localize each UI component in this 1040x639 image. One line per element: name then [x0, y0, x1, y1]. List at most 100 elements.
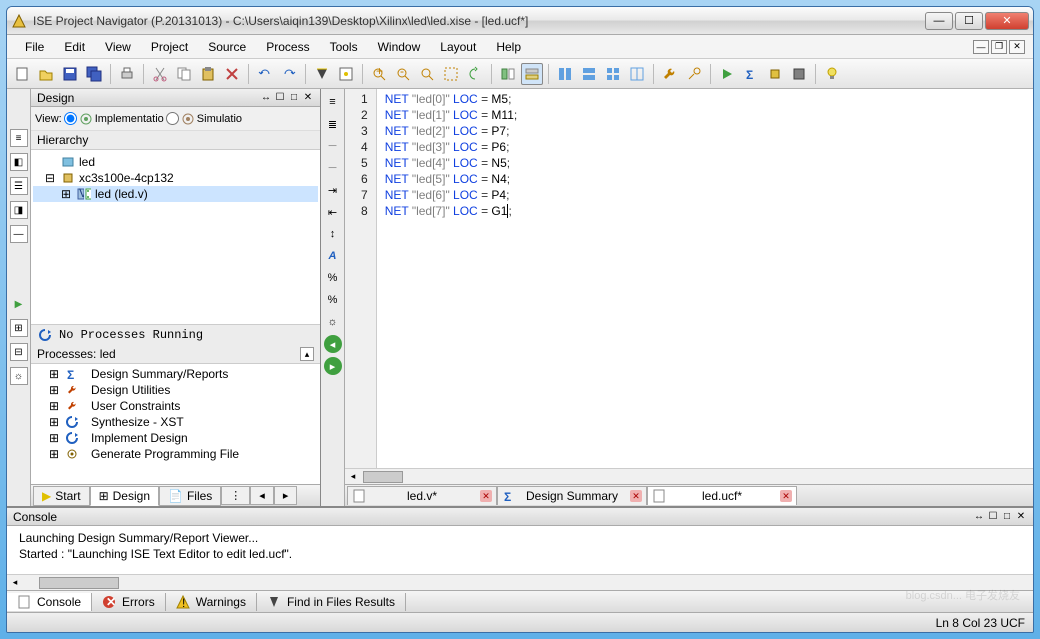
- code-line[interactable]: NET "led[3]" LOC = P6;: [385, 139, 518, 155]
- menu-help[interactable]: Help: [486, 38, 531, 56]
- sigma-icon[interactable]: Σ: [740, 63, 762, 85]
- delete-icon[interactable]: [221, 63, 243, 85]
- bulb-icon[interactable]: [821, 63, 843, 85]
- strip-btn-8[interactable]: ☼: [10, 367, 28, 385]
- copy-icon[interactable]: [173, 63, 195, 85]
- tab-close-icon[interactable]: ✕: [480, 490, 492, 502]
- tab-nav-right[interactable]: ▸: [274, 486, 298, 505]
- strip-btn-2[interactable]: ◧: [10, 153, 28, 171]
- panel-close-icon[interactable]: ✕: [302, 92, 314, 104]
- strip-btn-7[interactable]: ⊟: [10, 343, 28, 361]
- panel-float-icon[interactable]: ☐: [274, 92, 286, 104]
- mdi-close[interactable]: ✕: [1009, 40, 1025, 54]
- ms9[interactable]: %: [324, 269, 342, 287]
- redo-icon[interactable]: [278, 63, 300, 85]
- toggle2-icon[interactable]: [521, 63, 543, 85]
- tool-key-icon[interactable]: [683, 63, 705, 85]
- code-line[interactable]: NET "led[0]" LOC = M5;: [385, 91, 518, 107]
- console-tab-errors[interactable]: ✕Errors: [92, 593, 166, 611]
- process-row[interactable]: ⊞Implement Design: [33, 430, 318, 446]
- process-row[interactable]: ⊞Synthesize - XST: [33, 414, 318, 430]
- code-editor[interactable]: 12345678 NET "led[0]" LOC = M5;NET "led[…: [345, 89, 1033, 468]
- zoomfit-icon[interactable]: [416, 63, 438, 85]
- ms10[interactable]: %: [324, 291, 342, 309]
- ms-back[interactable]: ◂: [324, 335, 342, 353]
- console-max-icon[interactable]: □: [1001, 511, 1013, 523]
- menu-process[interactable]: Process: [256, 38, 319, 56]
- tree-row[interactable]: ⊞Vled (led.v): [33, 186, 318, 202]
- doc-tab[interactable]: ΣDesign Summary✕: [497, 486, 647, 505]
- ms1[interactable]: ≡: [324, 93, 342, 111]
- code-body[interactable]: NET "led[0]" LOC = M5;NET "led[1]" LOC =…: [377, 89, 526, 468]
- doc-tab[interactable]: led.v*✕: [347, 486, 497, 505]
- expand-icon[interactable]: ⊞: [47, 383, 61, 397]
- maximize-button[interactable]: ☐: [955, 12, 983, 30]
- ms6[interactable]: ⇤: [324, 203, 342, 221]
- panel-pin-icon[interactable]: ↔: [260, 92, 272, 104]
- process-row[interactable]: ⊞Design Utilities: [33, 382, 318, 398]
- doc-tab[interactable]: led.ucf*✕: [647, 486, 797, 505]
- strip-btn-3[interactable]: ☰: [10, 177, 28, 195]
- tab-files[interactable]: 📄Files: [159, 486, 221, 506]
- console-hscroll[interactable]: ◂: [7, 574, 1033, 590]
- menu-tools[interactable]: Tools: [320, 38, 368, 56]
- cscroll-left-icon[interactable]: ◂: [7, 577, 23, 588]
- undo-icon[interactable]: [254, 63, 276, 85]
- process-row[interactable]: ⊞Generate Programming File: [33, 446, 318, 462]
- zoomin-icon[interactable]: +: [368, 63, 390, 85]
- menu-project[interactable]: Project: [141, 38, 198, 56]
- new-icon[interactable]: [11, 63, 33, 85]
- console-float-icon[interactable]: ☐: [987, 511, 999, 523]
- code-line[interactable]: NET "led[2]" LOC = P7;: [385, 123, 518, 139]
- console-tab-warnings[interactable]: !Warnings: [166, 593, 257, 611]
- process-tree[interactable]: ⊞ΣDesign Summary/Reports⊞Design Utilitie…: [31, 364, 320, 484]
- menu-window[interactable]: Window: [368, 38, 431, 56]
- mdi-restore[interactable]: ❐: [991, 40, 1007, 54]
- saveall-icon[interactable]: [83, 63, 105, 85]
- tab-more[interactable]: ⋮: [221, 486, 250, 505]
- tool-wrench-icon[interactable]: [659, 63, 681, 85]
- scroll-left-icon[interactable]: ◂: [345, 471, 361, 482]
- proc-up-icon[interactable]: ▴: [300, 347, 314, 361]
- layout1-icon[interactable]: [554, 63, 576, 85]
- expand-icon[interactable]: ⊞: [59, 187, 73, 201]
- strip-btn-1[interactable]: ≡: [10, 129, 28, 147]
- layout2-icon[interactable]: [578, 63, 600, 85]
- expand-icon[interactable]: ⊞: [47, 399, 61, 413]
- tab-nav-left[interactable]: ◂: [250, 486, 274, 505]
- panel-max-icon[interactable]: □: [288, 92, 300, 104]
- paste-icon[interactable]: [197, 63, 219, 85]
- menu-edit[interactable]: Edit: [54, 38, 95, 56]
- process-row[interactable]: ⊞User Constraints: [33, 398, 318, 414]
- close-button[interactable]: ✕: [985, 12, 1029, 30]
- console-tab-find-in-files-results[interactable]: Find in Files Results: [257, 593, 406, 611]
- print-icon[interactable]: [116, 63, 138, 85]
- ms7[interactable]: ↕: [324, 225, 342, 243]
- console-tab-console[interactable]: Console: [7, 593, 92, 611]
- device-icon[interactable]: [788, 63, 810, 85]
- process-row[interactable]: ⊞ΣDesign Summary/Reports: [33, 366, 318, 382]
- zoomout-icon[interactable]: -: [392, 63, 414, 85]
- scroll-thumb[interactable]: [363, 471, 403, 483]
- refresh-icon[interactable]: [464, 63, 486, 85]
- ms4[interactable]: ─: [324, 159, 342, 177]
- menu-layout[interactable]: Layout: [430, 38, 486, 56]
- tab-start[interactable]: ▶Start: [33, 486, 90, 506]
- ms2[interactable]: ≣: [324, 115, 342, 133]
- tab-close-icon[interactable]: ✕: [780, 490, 792, 502]
- code-line[interactable]: NET "led[7]" LOC = G1;: [385, 203, 518, 219]
- console-close-icon[interactable]: ✕: [1015, 511, 1027, 523]
- ms11[interactable]: ☼: [324, 313, 342, 331]
- toggle1-icon[interactable]: [497, 63, 519, 85]
- tree-row[interactable]: ⊟xc3s100e-4cp132: [33, 170, 318, 186]
- minimize-button[interactable]: —: [925, 12, 953, 30]
- code-line[interactable]: NET "led[5]" LOC = N4;: [385, 171, 518, 187]
- code-line[interactable]: NET "led[4]" LOC = N5;: [385, 155, 518, 171]
- ms8[interactable]: A: [324, 247, 342, 265]
- console-text[interactable]: Launching Design Summary/Report Viewer..…: [7, 526, 1033, 574]
- save-icon[interactable]: [59, 63, 81, 85]
- editor-hscroll[interactable]: ◂: [345, 468, 1033, 484]
- impl-radio[interactable]: [64, 112, 77, 125]
- tab-design[interactable]: ⊞Design: [90, 486, 159, 506]
- expand-icon[interactable]: ⊞: [47, 367, 61, 381]
